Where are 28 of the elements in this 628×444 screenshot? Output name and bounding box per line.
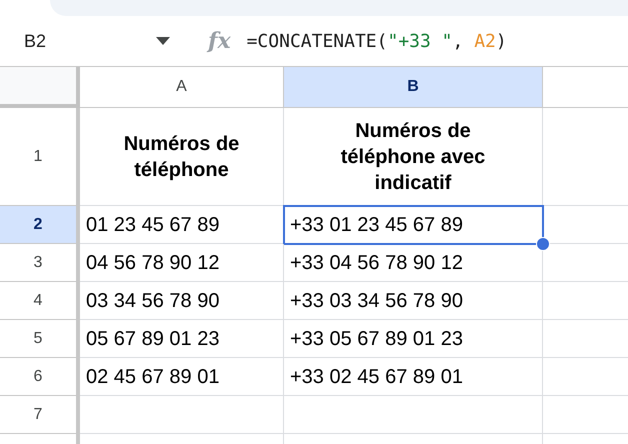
table-cell[interactable]: 05 67 89 01 23 [80,320,284,358]
column-header[interactable]: B [284,67,543,108]
function-label: fx [208,26,231,56]
table-cell[interactable]: 03 34 56 78 90 [80,282,284,320]
table-cell[interactable]: 01 23 45 67 89 [80,206,284,244]
row-header[interactable]: 7 [0,396,80,434]
table-cell[interactable]: +33 04 56 78 90 12 [284,244,543,282]
select-all-corner[interactable] [0,67,80,108]
row-header[interactable]: 3 [0,244,80,282]
column-heading-cell[interactable]: Numéros de téléphone avec indicatif [284,108,543,206]
row-header[interactable]: 6 [0,358,80,396]
fill-handle[interactable] [536,237,550,251]
empty-cell[interactable] [284,396,543,434]
formula-input[interactable]: =CONCATENATE("+33 ", A2) [246,28,507,54]
table-cell[interactable]: 02 45 67 89 01 [80,358,284,396]
table-cell[interactable]: +33 01 23 45 67 89 [284,206,543,244]
row-header[interactable]: 5 [0,320,80,358]
table-cell[interactable]: +33 05 67 89 01 23 [284,320,543,358]
column-heading-cell[interactable]: Numéros de téléphone [80,108,284,206]
row-header[interactable]: 1 [0,108,80,206]
column-header[interactable]: A [80,67,284,108]
table-cell[interactable]: +33 03 34 56 78 90 [284,282,543,320]
row-header[interactable]: 4 [0,282,80,320]
table-cell[interactable]: +33 02 45 67 89 01 [284,358,543,396]
row-header[interactable]: 2 [0,206,80,244]
caret-icon [156,37,170,45]
table-cell[interactable]: 04 56 78 90 12 [80,244,284,282]
name-box[interactable]: B2 [0,16,190,66]
